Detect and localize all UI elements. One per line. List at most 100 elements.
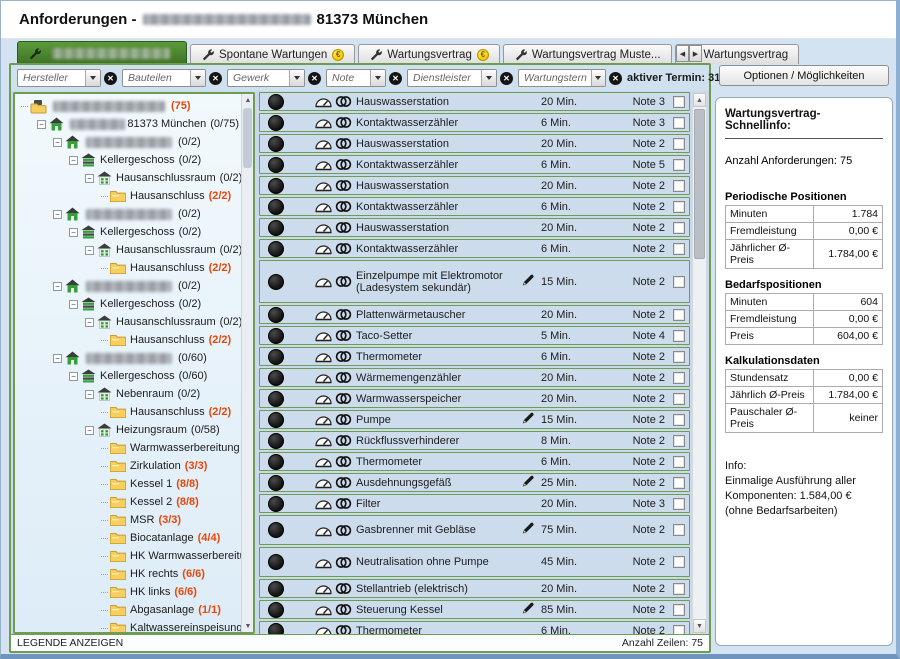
tree-item-hausanschluss[interactable]: Hausanschluss(2/2) [19, 259, 239, 277]
row-checkbox[interactable] [673, 180, 685, 192]
tree-item-hk-rechts[interactable]: HK rechts(6/6) [19, 565, 239, 583]
list-scroll-down-icon[interactable]: ▼ [693, 619, 706, 633]
tree-item-redacted[interactable]: −(0/2) [19, 133, 239, 151]
tree-collapse-icon[interactable]: − [85, 390, 94, 399]
requirement-row[interactable]: Kontaktwasserzähler 6 Min. Note 2 [259, 197, 690, 216]
tree-item-hausanschluss[interactable]: Hausanschluss(2/2) [19, 187, 239, 205]
tree-collapse-icon[interactable]: − [69, 156, 78, 165]
requirement-row[interactable]: Stellantrieb (elektrisch) 20 Min. Note 2 [259, 579, 690, 598]
tree-collapse-icon[interactable]: − [69, 228, 78, 237]
row-checkbox[interactable] [673, 309, 685, 321]
row-checkbox[interactable] [673, 583, 685, 595]
filter-combo-note[interactable]: Note [326, 69, 386, 87]
tree-collapse-icon[interactable]: − [53, 354, 62, 363]
row-checkbox[interactable] [673, 276, 685, 288]
row-checkbox[interactable] [673, 393, 685, 405]
row-checkbox[interactable] [673, 604, 685, 616]
chevron-down-icon[interactable] [591, 70, 605, 86]
requirement-row[interactable]: Filter 20 Min. Note 3 [259, 494, 690, 513]
requirement-row[interactable]: Hauswasserstation 20 Min. Note 2 [259, 218, 690, 237]
tab-wartungsvertrag-muste-[interactable]: Wartungsvertrag Muste... [503, 44, 672, 64]
tree-item-kellergeschoss[interactable]: −Kellergeschoss(0/2) [19, 295, 239, 313]
tree-item-kellergeschoss[interactable]: −Kellergeschoss(0/2) [19, 223, 239, 241]
tree-scroll-down-icon[interactable]: ▼ [242, 620, 254, 632]
filter-combo-hersteller[interactable]: Hersteller [17, 69, 101, 87]
requirement-row[interactable]: Warmwasserspeicher 20 Min. Note 2 [259, 389, 690, 408]
tree-item-warmwasserbereitung[interactable]: Warmwasserbereitung(6/6) [19, 439, 239, 457]
tree-item-hk-links[interactable]: HK links(6/6) [19, 583, 239, 601]
chevron-down-icon[interactable] [481, 70, 496, 86]
tree-item-kellergeschoss[interactable]: −Kellergeschoss(0/60) [19, 367, 239, 385]
requirement-row[interactable]: Taco-Setter 5 Min. Note 4 [259, 326, 690, 345]
tree-item-redacted[interactable]: −(0/2) [19, 205, 239, 223]
tree-item-hk-warmwasserbereitung[interactable]: HK Warmwasserbereitung(8/8) [19, 547, 239, 565]
tree-item-kaltwassereinspeisung[interactable]: Kaltwassereinspeisung(1/1) [19, 619, 239, 634]
filter-combo-wartungstern[interactable]: Wartungstern [518, 69, 606, 87]
row-checkbox[interactable] [673, 414, 685, 426]
chevron-down-icon[interactable] [190, 70, 205, 86]
requirement-row[interactable]: Ausdehnungsgefäß 25 Min. Note 2 [259, 473, 690, 492]
row-checkbox[interactable] [673, 159, 685, 171]
list-scroll-thumb[interactable] [694, 109, 705, 259]
tree-collapse-icon[interactable]: − [53, 282, 62, 291]
filter-combo-bauteilen[interactable]: Bauteilen [122, 69, 206, 87]
tree-item-kessel-1[interactable]: Kessel 1(8/8) [19, 475, 239, 493]
tree-item-hausanschlussraum[interactable]: −Hausanschlussraum(0/2) [19, 313, 239, 331]
tree-item-81373-münchen[interactable]: −81373 München(0/75) [19, 115, 239, 133]
tab-scroll-right-button[interactable]: ▶ [689, 45, 702, 62]
requirement-row[interactable]: Kontaktwasserzähler 6 Min. Note 2 [259, 239, 690, 258]
clear-filter-icon[interactable]: ✕ [500, 72, 513, 85]
tab-redacted-object[interactable] [17, 41, 187, 64]
list-scrollbar[interactable]: ▲ ▼ [692, 92, 707, 634]
requirement-row[interactable]: Thermometer 6 Min. Note 2 [259, 621, 690, 634]
tree-item-hausanschlussraum[interactable]: −Hausanschlussraum(0/2) [19, 169, 239, 187]
requirement-row[interactable]: Thermometer 6 Min. Note 2 [259, 347, 690, 366]
chevron-down-icon[interactable] [289, 70, 304, 86]
row-checkbox[interactable] [673, 351, 685, 363]
requirement-row[interactable]: Wärmemengenzähler 20 Min. Note 2 [259, 368, 690, 387]
tree-scroll-thumb[interactable] [243, 108, 252, 168]
tree-collapse-icon[interactable]: − [53, 210, 62, 219]
requirement-row[interactable]: Steuerung Kessel 85 Min. Note 2 [259, 600, 690, 619]
clear-filter-icon[interactable]: ✕ [104, 72, 117, 85]
legend-toggle[interactable]: LEGENDE ANZEIGEN [17, 637, 123, 649]
clear-filter-icon[interactable]: ✕ [389, 72, 402, 85]
options-button[interactable]: Optionen / Möglichkeiten [719, 65, 889, 86]
tree-item-kessel-2[interactable]: Kessel 2(8/8) [19, 493, 239, 511]
row-checkbox[interactable] [673, 243, 685, 255]
tree-collapse-icon[interactable]: − [85, 426, 94, 435]
tree-collapse-icon[interactable]: − [69, 372, 78, 381]
tree-item-heizungsraum[interactable]: −Heizungsraum(0/58) [19, 421, 239, 439]
filter-combo-gewerk[interactable]: Gewerk [227, 69, 305, 87]
tree-item-nebenraum[interactable]: −Nebenraum(0/2) [19, 385, 239, 403]
tree-item-abgasanlage[interactable]: Abgasanlage(1/1) [19, 601, 239, 619]
tree-item-biocatanlage[interactable]: Biocatanlage(4/4) [19, 529, 239, 547]
requirement-row[interactable]: Plattenwärmetauscher 20 Min. Note 2 [259, 305, 690, 324]
requirement-row[interactable]: Gasbrenner mit Gebläse 75 Min. Note 2 [259, 515, 690, 545]
row-checkbox[interactable] [673, 201, 685, 213]
row-checkbox[interactable] [673, 222, 685, 234]
tree-collapse-icon[interactable]: − [53, 138, 62, 147]
tree-collapse-icon[interactable]: − [37, 120, 46, 129]
tree-scrollbar[interactable]: ▲ ▼ [241, 94, 253, 632]
clear-filter-icon[interactable]: ✕ [609, 72, 622, 85]
row-checkbox[interactable] [673, 96, 685, 108]
tree-item-redacted[interactable]: (75) [19, 97, 239, 115]
list-scroll-up-icon[interactable]: ▲ [693, 93, 706, 107]
tree-item-msr[interactable]: MSR(3/3) [19, 511, 239, 529]
requirement-row[interactable]: Hauswasserstation 20 Min. Note 3 [259, 92, 690, 111]
tab-wartungsvertrag[interactable]: Wartungsvertrag€ [358, 44, 500, 64]
clear-filter-icon[interactable]: ✕ [209, 72, 222, 85]
clear-filter-icon[interactable]: ✕ [308, 72, 321, 85]
row-checkbox[interactable] [673, 372, 685, 384]
row-checkbox[interactable] [673, 138, 685, 150]
row-checkbox[interactable] [673, 117, 685, 129]
row-checkbox[interactable] [673, 435, 685, 447]
requirement-row[interactable]: Pumpe 15 Min. Note 2 [259, 410, 690, 429]
tree-item-hausanschlussraum[interactable]: −Hausanschlussraum(0/2) [19, 241, 239, 259]
tree-collapse-icon[interactable]: − [69, 300, 78, 309]
requirement-row[interactable]: Rückflussverhinderer 8 Min. Note 2 [259, 431, 690, 450]
tree-scroll-up-icon[interactable]: ▲ [242, 94, 254, 106]
chevron-down-icon[interactable] [370, 70, 385, 86]
tree-collapse-icon[interactable]: − [85, 318, 94, 327]
